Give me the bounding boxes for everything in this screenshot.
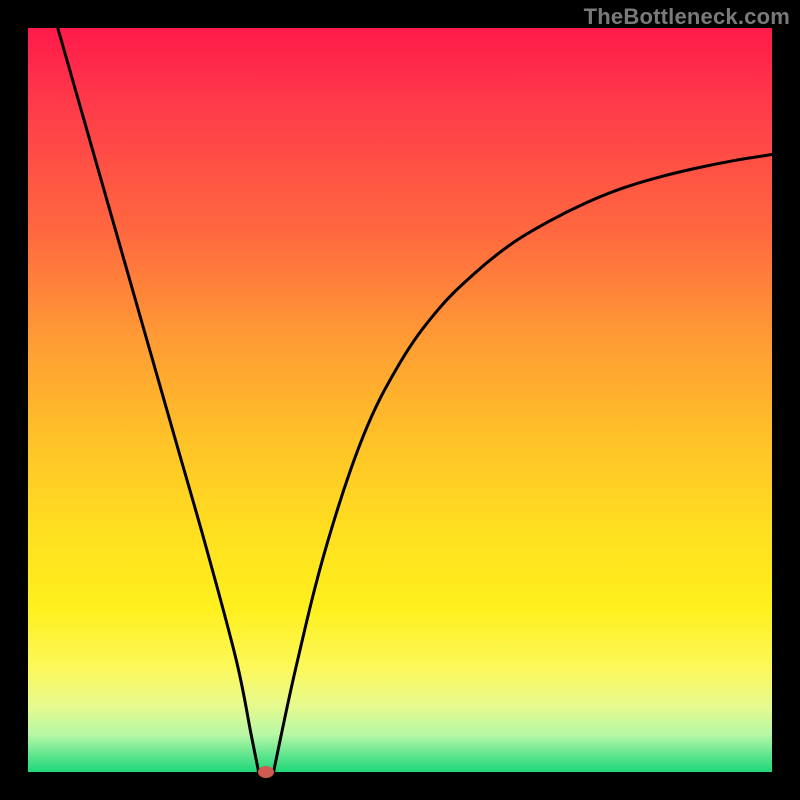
minimum-marker bbox=[258, 766, 274, 778]
bottleneck-curve bbox=[28, 28, 772, 772]
watermark-text: TheBottleneck.com bbox=[584, 4, 790, 30]
chart-frame: TheBottleneck.com bbox=[0, 0, 800, 800]
plot-area bbox=[28, 28, 772, 772]
